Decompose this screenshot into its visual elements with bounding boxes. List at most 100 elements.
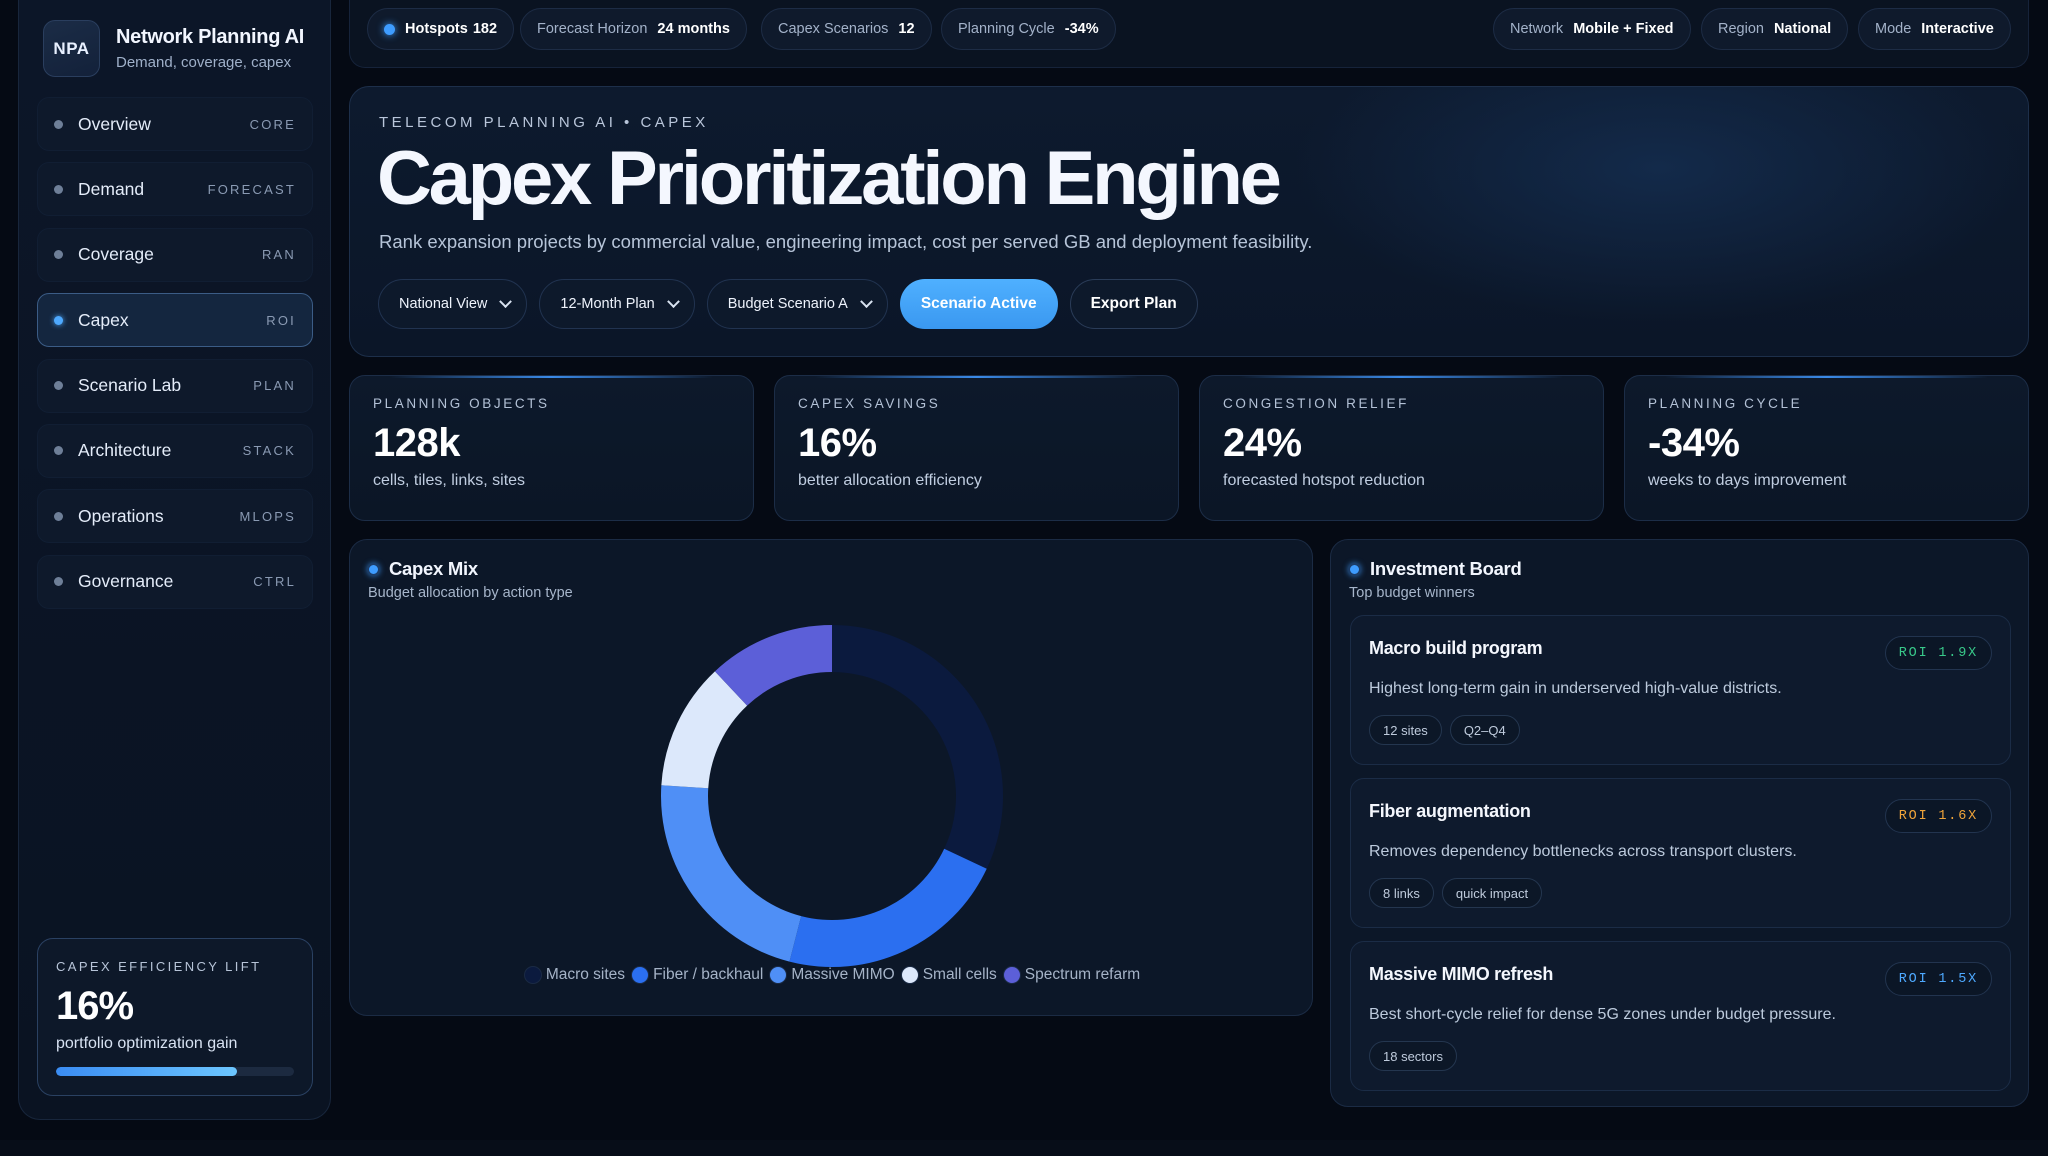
sidebar-item-governance[interactable]: Governance CTRL [37, 554, 313, 609]
kpi-value: 128k [373, 421, 460, 465]
sidebar-item-tag: STACK [242, 443, 296, 459]
investment-board-panel: Investment Board Top budget winners Macr… [1330, 539, 2029, 1107]
legend-label: Macro sites [545, 966, 626, 983]
kpi-label: CAPEX SAVINGS [798, 396, 941, 411]
card-value: 16% [56, 984, 134, 1028]
planning-cycle-chip[interactable]: Planning Cycle -34% [941, 8, 1116, 50]
sidebar-item-scenario-lab[interactable]: Scenario Lab PLAN [37, 358, 313, 413]
legend-label: Spectrum refarm [1024, 966, 1141, 983]
progress-fill [56, 1067, 237, 1076]
chip-label: Capex Scenarios [778, 21, 889, 37]
top-status-bar: Hotspots 182 Forecast Horizon 24 months Ca… [349, 0, 2029, 68]
select-value: Budget Scenario A [727, 296, 848, 312]
network-chip[interactable]: Network Mobile + Fixed [1493, 8, 1691, 50]
chip-label: Planning Cycle [958, 21, 1055, 37]
select-value: National View [399, 296, 488, 312]
region-chip[interactable]: Region National [1701, 8, 1849, 50]
sidebar-nav: Overview CORE Demand FORECAST Coverage RAN … [37, 97, 313, 620]
legend-label: Fiber / backhaul [653, 966, 764, 983]
mode-chip[interactable]: Mode Interactive [1858, 8, 2011, 50]
kpi-subtitle: better allocation efficiency [798, 472, 982, 489]
sidebar-item-demand[interactable]: Demand FORECAST [37, 162, 313, 217]
chip-label: Mode [1875, 21, 1912, 37]
project-card-massive-mimo[interactable]: Massive MIMO refresh ROI 1.5X Best short… [1350, 941, 2011, 1091]
donut-slice-fiber-backhaul[interactable] [789, 848, 987, 967]
chevron-down-icon [859, 294, 873, 308]
panel-subtitle: Budget allocation by action type [368, 585, 573, 601]
legend-swatch-icon [523, 966, 542, 984]
kpi-value: -34% [1648, 421, 1740, 465]
project-tag: 8 links [1369, 878, 1434, 908]
chip-label: Hotspots [405, 21, 468, 37]
legend-item[interactable]: Massive MIMO [769, 966, 895, 984]
project-description: Best short-cycle relief for dense 5G zon… [1369, 1006, 1836, 1023]
kpi-value: 16% [798, 421, 877, 465]
chevron-down-icon [499, 294, 513, 308]
budget-scenario-select[interactable]: Budget Scenario A [706, 279, 888, 329]
hotspots-chip[interactable]: Hotspots 182 [367, 8, 515, 50]
legend-item[interactable]: Spectrum refarm [1002, 966, 1141, 984]
page-title: Capex Prioritization Engine [377, 136, 1282, 221]
chart-legend: Macro sites Fiber / backhaul Massive MIMO S… [350, 966, 1314, 984]
donut-slice-massive-mimo[interactable] [661, 785, 802, 962]
kpi-row: PLANNING OBJECTS 128k cells, tiles, link… [349, 375, 2029, 521]
sidebar-item-operations[interactable]: Operations MLOPS [37, 489, 313, 544]
progress-bar [56, 1067, 294, 1076]
legend-item[interactable]: Fiber / backhaul [631, 966, 763, 984]
panel-header: Investment Board [1348, 558, 1522, 580]
legend-swatch-icon [900, 966, 919, 984]
kpi-subtitle: weeks to days improvement [1648, 472, 1847, 489]
project-card-macro-build[interactable]: Macro build program ROI 1.9X Highest lon… [1350, 615, 2011, 765]
chip-value: Interactive [1921, 21, 1994, 37]
project-description: Highest long-term gain in underserved hi… [1369, 680, 1782, 697]
export-plan-button[interactable]: Export Plan [1069, 279, 1198, 329]
sidebar-item-tag: FORECAST [207, 181, 296, 197]
page-description: Rank expansion projects by commercial va… [379, 231, 1313, 252]
kpi-label: PLANNING CYCLE [1648, 396, 1803, 411]
kpi-subtitle: forecasted hotspot reduction [1223, 472, 1425, 489]
kpi-card-congestion-relief: CONGESTION RELIEF 24% forecasted hotspot… [1199, 375, 1604, 521]
capex-scenarios-chip[interactable]: Capex Scenarios 12 [761, 8, 932, 50]
scenario-active-button[interactable]: Scenario Active [899, 279, 1058, 329]
kpi-card-planning-cycle: PLANNING CYCLE -34% weeks to days improv… [1624, 375, 2029, 521]
brand: NPA Network Planning AI Demand, coverage… [43, 20, 304, 77]
project-tags: 18 sectors [1369, 1041, 1992, 1071]
sidebar-item-label: Overview [78, 113, 151, 134]
select-value: 12-Month Plan [560, 296, 655, 312]
sidebar-item-label: Capex [78, 309, 129, 330]
hero-panel: TELECOM PLANNING AI • CAPEX Capex Priori… [349, 86, 2029, 357]
roi-badge: ROI 1.9X [1884, 636, 1992, 670]
status-dot-icon [54, 577, 63, 587]
eyebrow: TELECOM PLANNING AI • CAPEX [379, 114, 709, 131]
forecast-horizon-chip[interactable]: Forecast Horizon 24 months [520, 8, 747, 50]
legend-item[interactable]: Macro sites [523, 966, 626, 984]
brand-title: Network Planning AI [116, 26, 305, 48]
chip-value: -34% [1064, 21, 1099, 37]
panel-title: Investment Board [1370, 558, 1522, 579]
project-tag: Q2–Q4 [1449, 715, 1520, 745]
status-dot-icon [1348, 562, 1361, 576]
sidebar-item-overview[interactable]: Overview CORE [37, 97, 313, 151]
donut-chart-svg [661, 625, 1003, 967]
donut-slice-macro-sites[interactable] [832, 625, 1003, 869]
roi-badge: ROI 1.5X [1884, 962, 1992, 996]
panel-header: Capex Mix [367, 558, 478, 580]
sidebar-item-coverage[interactable]: Coverage RAN [37, 227, 313, 282]
plan-select[interactable]: 12-Month Plan [539, 279, 695, 329]
legend-item[interactable]: Small cells [900, 966, 997, 984]
sidebar-item-label: Governance [78, 571, 174, 592]
sidebar-item-architecture[interactable]: Architecture STACK [37, 423, 313, 478]
legend-swatch-icon [631, 966, 650, 984]
legend-swatch-icon [769, 966, 788, 984]
kpi-card-capex-savings: CAPEX SAVINGS 16% better allocation effi… [774, 375, 1179, 521]
live-dot-icon [384, 23, 395, 35]
bottom-edge [0, 1140, 2048, 1156]
project-tags: 12 sites Q2–Q4 [1369, 715, 1992, 745]
chip-label: Region [1718, 21, 1764, 37]
sidebar-item-capex[interactable]: Capex ROI [37, 293, 313, 348]
view-select[interactable]: National View [378, 279, 528, 329]
sidebar-item-tag: MLOPS [239, 508, 296, 524]
sidebar-item-label: Architecture [78, 440, 172, 461]
project-description: Removes dependency bottlenecks across tr… [1369, 843, 1797, 860]
project-card-fiber-augmentation[interactable]: Fiber augmentation ROI 1.6X Removes depe… [1350, 778, 2011, 928]
